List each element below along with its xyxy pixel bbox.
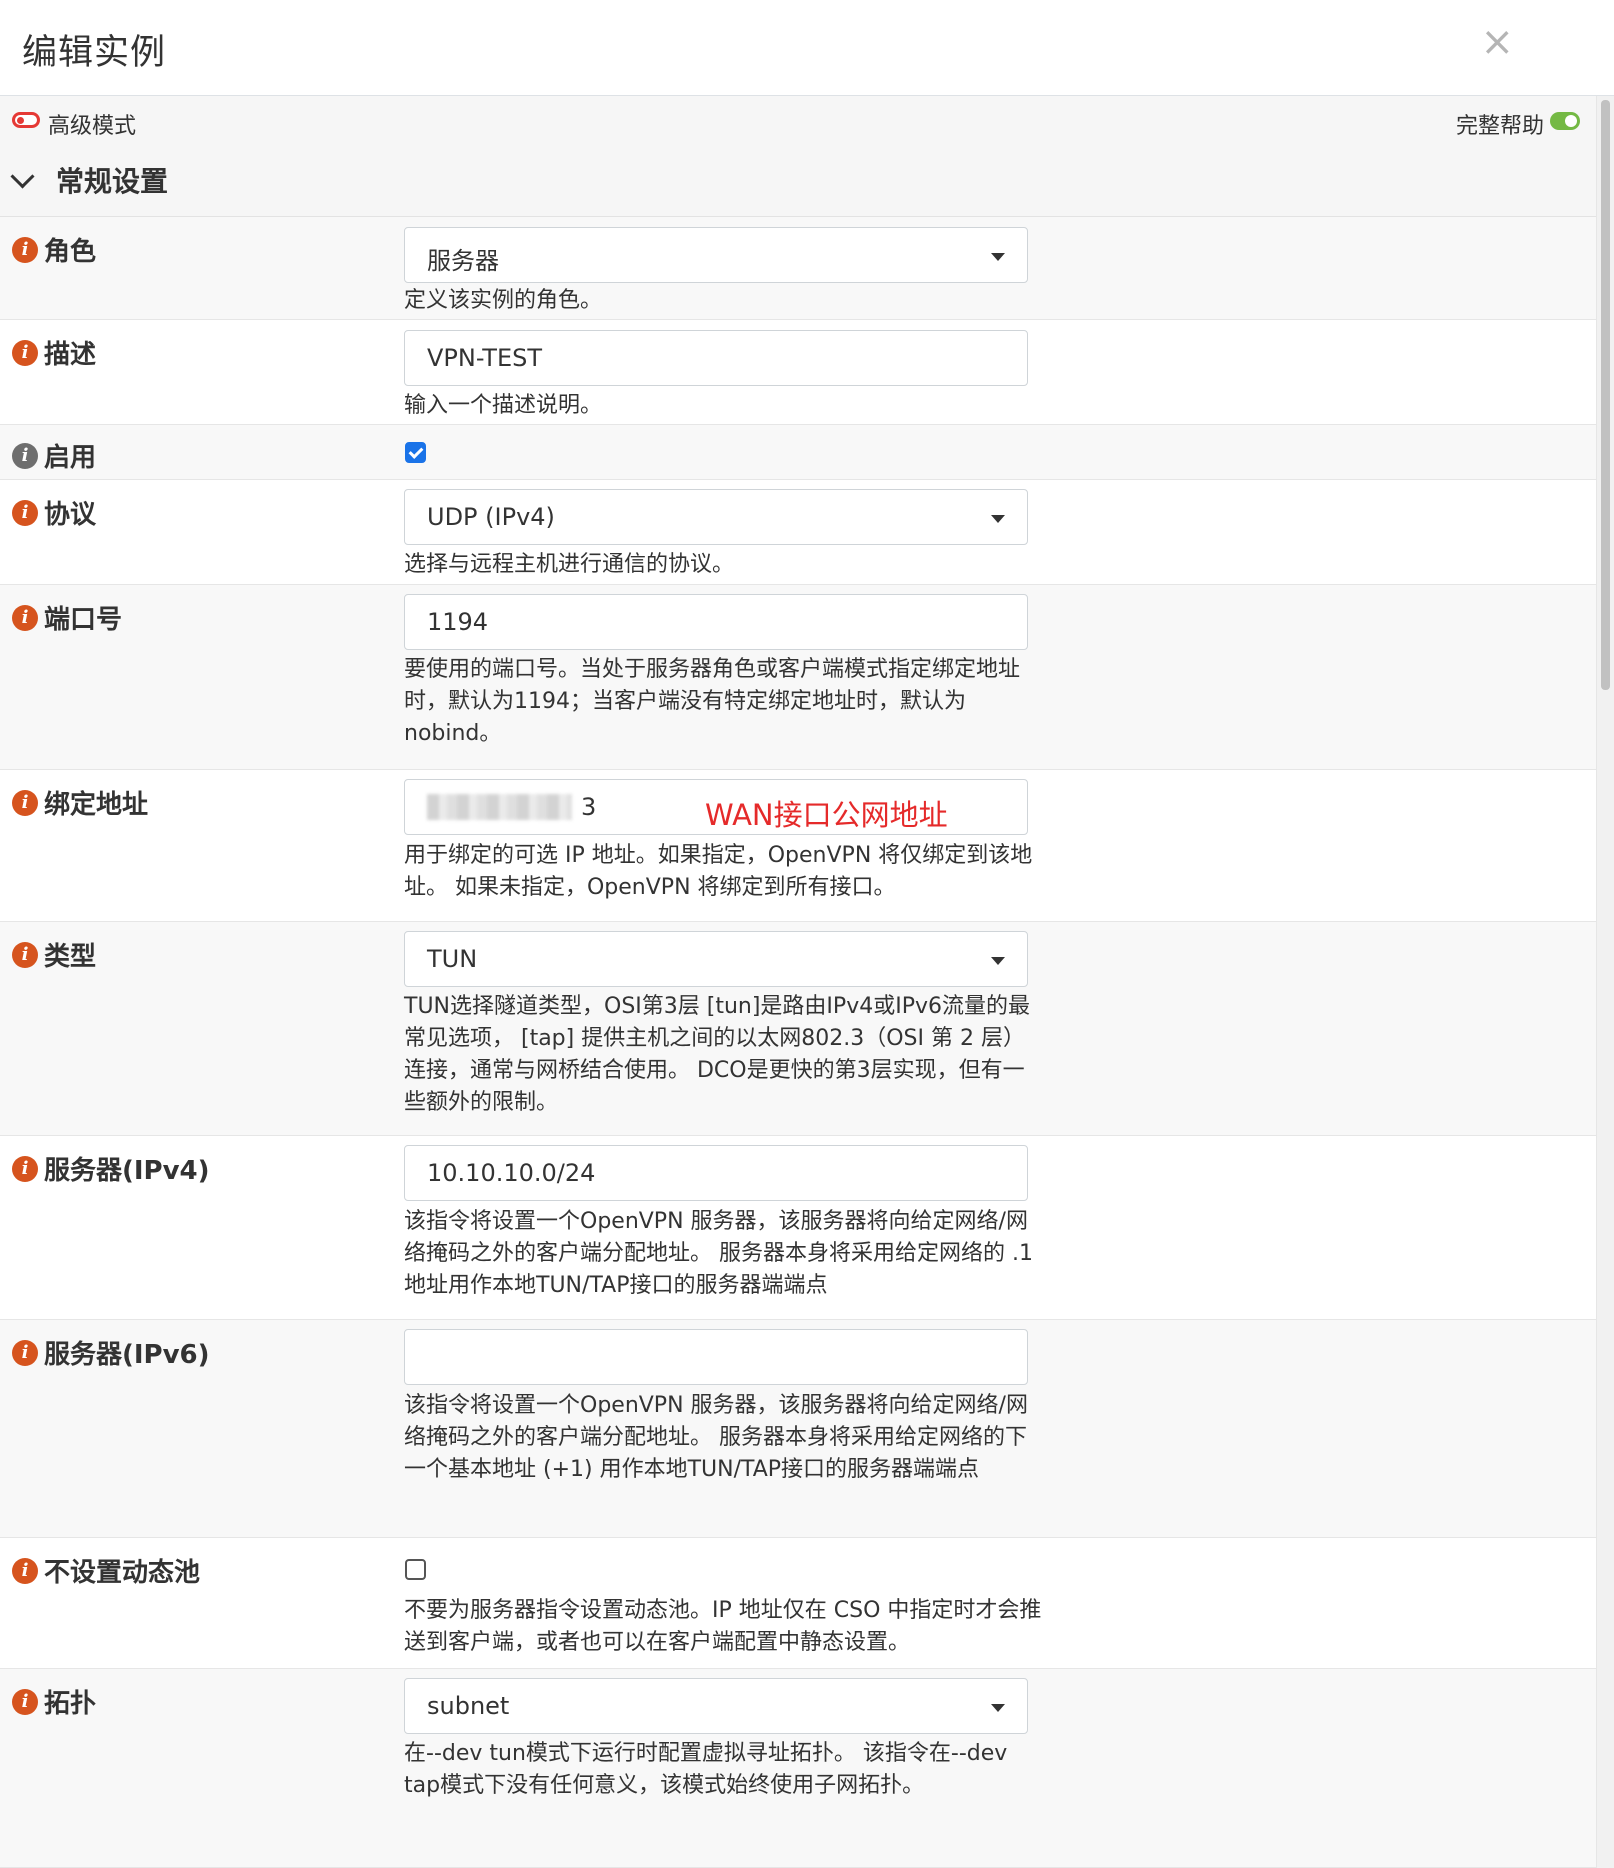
protocol-select[interactable]: UDP (IPv4) bbox=[404, 489, 1028, 545]
server-ipv4-input[interactable]: 10.10.10.0/24 bbox=[404, 1145, 1028, 1201]
row-type: i 类型 TUN TUN选择隧道类型，OSI第3层 [tun]是路由IPv4或I… bbox=[0, 922, 1597, 1136]
label-text: 绑定地址 bbox=[44, 790, 149, 820]
advanced-mode-label: 高级模式 bbox=[48, 114, 137, 139]
help-text: TUN选择隧道类型，OSI第3层 [tun]是路由IPv4或IPv6流量的最常见… bbox=[404, 994, 1030, 1115]
label-bind-address: i 绑定地址 bbox=[12, 784, 148, 821]
info-icon[interactable]: i bbox=[12, 941, 38, 968]
chevron-down-icon[interactable] bbox=[10, 164, 35, 189]
info-icon[interactable]: i bbox=[12, 1339, 38, 1366]
annotation-wan-address: WAN接口公网地址 bbox=[705, 798, 948, 832]
scrollbar-thumb[interactable] bbox=[1601, 100, 1610, 690]
close-icon[interactable]: × bbox=[1480, 22, 1514, 62]
help-text: 在--dev tun模式下运行时配置虚拟寻址拓扑。 该指令在--dev tap模… bbox=[404, 1741, 1008, 1798]
info-icon[interactable]: i bbox=[12, 1155, 38, 1182]
help-text: 选择与远程主机进行通信的协议。 bbox=[404, 552, 735, 577]
row-no-pool: i 不设置动态池 不要为服务器指令设置动态池。IP 地址仅在 CSO 中指定时才… bbox=[0, 1538, 1597, 1669]
label-no-pool: i 不设置动态池 bbox=[12, 1552, 200, 1589]
caret-down-icon bbox=[991, 957, 1005, 965]
row-server-ipv6: i 服务器(IPv6) 该指令将设置一个OpenVPN 服务器，该服务器将向给定… bbox=[0, 1320, 1597, 1538]
label-topology: i 拓扑 bbox=[12, 1683, 96, 1720]
info-icon[interactable]: i bbox=[12, 236, 38, 263]
input-value-tail: 3 bbox=[581, 793, 597, 821]
dialog-header: 编辑实例 × bbox=[0, 0, 1614, 96]
row-description: i 描述 VPN-TEST 输入一个描述说明。 bbox=[0, 320, 1597, 425]
label-text: 描述 bbox=[44, 340, 97, 370]
info-icon[interactable]: i bbox=[12, 442, 38, 469]
full-help-toggle[interactable] bbox=[1550, 112, 1580, 130]
label-text: 启用 bbox=[44, 443, 97, 473]
dialog-title: 编辑实例 bbox=[22, 33, 167, 73]
label-enabled: i 启用 bbox=[12, 437, 96, 474]
help-text: 定义该实例的角色。 bbox=[404, 288, 603, 313]
help-text: 该指令将设置一个OpenVPN 服务器，该服务器将向给定网络/网络掩码之外的客户… bbox=[404, 1209, 1033, 1298]
row-bind-address: i 绑定地址 3 WAN接口公网地址 用于绑定的可选 IP 地址。如果指定，Op… bbox=[0, 770, 1597, 922]
description-input[interactable]: VPN-TEST bbox=[404, 330, 1028, 386]
info-icon[interactable]: i bbox=[12, 1557, 38, 1584]
label-protocol: i 协议 bbox=[12, 494, 96, 531]
label-description: i 描述 bbox=[12, 334, 96, 371]
input-value: 10.10.10.0/24 bbox=[427, 1159, 596, 1187]
label-server-ipv4: i 服务器(IPv4) bbox=[12, 1150, 210, 1187]
label-text: 角色 bbox=[44, 237, 97, 267]
type-select[interactable]: TUN bbox=[404, 931, 1028, 987]
help-text: 不要为服务器指令设置动态池。IP 地址仅在 CSO 中指定时才会推送到客户端，或… bbox=[404, 1598, 1042, 1655]
row-server-ipv4: i 服务器(IPv4) 10.10.10.0/24 该指令将设置一个OpenVP… bbox=[0, 1136, 1597, 1320]
server-ipv6-input[interactable] bbox=[404, 1329, 1028, 1385]
help-text: 该指令将设置一个OpenVPN 服务器，该服务器将向给定网络/网络掩码之外的客户… bbox=[404, 1393, 1028, 1482]
info-icon[interactable]: i bbox=[12, 789, 38, 816]
label-role: i 角色 bbox=[12, 231, 96, 268]
full-help-label: 完整帮助 bbox=[1455, 114, 1544, 139]
section-header-general[interactable]: 常规设置 bbox=[0, 146, 1597, 217]
row-port: i 端口号 1194 要使用的端口号。当处于服务器角色或客户端模式指定绑定地址时… bbox=[0, 585, 1597, 770]
help-text: 要使用的端口号。当处于服务器角色或客户端模式指定绑定地址时，默认为1194；当客… bbox=[404, 657, 1021, 746]
label-text: 协议 bbox=[44, 500, 97, 530]
redacted-ip bbox=[427, 794, 572, 820]
role-select[interactable]: 服务器 bbox=[404, 227, 1028, 283]
label-text: 端口号 bbox=[44, 605, 123, 635]
label-text: 类型 bbox=[44, 942, 97, 972]
topology-select[interactable]: subnet bbox=[404, 1678, 1028, 1734]
caret-down-icon bbox=[991, 1704, 1005, 1712]
form-scroll-area[interactable]: 高级模式 完整帮助 常规设置 i 角色 服务器 定义该实例的角色。 i 描述 V… bbox=[0, 96, 1597, 1868]
row-topology: i 拓扑 subnet 在--dev tun模式下运行时配置虚拟寻址拓扑。 该指… bbox=[0, 1669, 1597, 1868]
label-text: 服务器(IPv6) bbox=[44, 1340, 210, 1370]
label-port: i 端口号 bbox=[12, 599, 122, 636]
enabled-checkbox[interactable] bbox=[405, 442, 426, 463]
input-value: VPN-TEST bbox=[427, 344, 543, 372]
bind-address-input[interactable]: 3 WAN接口公网地址 bbox=[404, 779, 1028, 835]
scrollbar[interactable] bbox=[1596, 96, 1614, 1868]
select-value: UDP (IPv4) bbox=[427, 503, 555, 531]
select-value: 服务器 bbox=[427, 247, 499, 275]
label-type: i 类型 bbox=[12, 936, 96, 973]
input-value: 1194 bbox=[427, 608, 489, 636]
form-toolbar: 高级模式 完整帮助 bbox=[0, 96, 1597, 146]
info-icon[interactable]: i bbox=[12, 499, 38, 526]
row-role: i 角色 服务器 定义该实例的角色。 bbox=[0, 217, 1597, 320]
select-value: subnet bbox=[427, 1692, 510, 1720]
info-icon[interactable]: i bbox=[12, 339, 38, 366]
select-value: TUN bbox=[427, 945, 478, 973]
help-text: 输入一个描述说明。 bbox=[404, 393, 603, 418]
info-icon[interactable]: i bbox=[12, 604, 38, 631]
caret-down-icon bbox=[991, 515, 1005, 523]
info-icon[interactable]: i bbox=[12, 1688, 38, 1715]
help-text: 用于绑定的可选 IP 地址。如果指定，OpenVPN 将仅绑定到该地址。 如果未… bbox=[404, 843, 1033, 900]
port-input[interactable]: 1194 bbox=[404, 594, 1028, 650]
section-title: 常规设置 bbox=[56, 165, 169, 198]
row-protocol: i 协议 UDP (IPv4) 选择与远程主机进行通信的协议。 bbox=[0, 480, 1597, 585]
label-text: 不设置动态池 bbox=[44, 1558, 201, 1588]
label-text: 服务器(IPv4) bbox=[44, 1156, 210, 1186]
edit-instance-dialog: 编辑实例 × 高级模式 完整帮助 常规设置 i 角色 服务器 定义该实例的角色。 bbox=[0, 0, 1614, 1868]
advanced-mode-toggle[interactable] bbox=[12, 112, 40, 128]
caret-down-icon bbox=[991, 253, 1005, 261]
label-server-ipv6: i 服务器(IPv6) bbox=[12, 1334, 210, 1371]
row-enabled: i 启用 bbox=[0, 425, 1597, 480]
no-pool-checkbox[interactable] bbox=[405, 1559, 426, 1580]
label-text: 拓扑 bbox=[44, 1689, 97, 1719]
